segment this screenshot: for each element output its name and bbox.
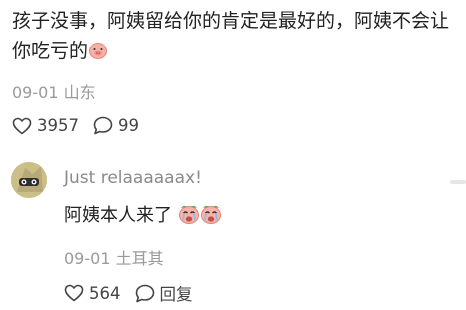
reply-date: 09-01	[64, 249, 111, 268]
comment-bubble-icon	[135, 284, 154, 302]
pig-face-emoji-icon	[89, 43, 108, 59]
comment-location: 山东	[63, 83, 96, 102]
comment-bubble-icon	[93, 116, 113, 135]
reply-count-button[interactable]: 99	[93, 116, 139, 135]
reply-text: 阿姨本人来了	[64, 205, 172, 226]
heart-outline-icon	[64, 284, 84, 302]
like-count: 3957	[37, 116, 79, 135]
comment-actions: 3957 99	[12, 116, 153, 135]
comment-meta: 09-01 山东	[12, 79, 96, 103]
reply-body: 阿姨本人来了	[64, 201, 222, 227]
reply-location: 土耳其	[115, 249, 164, 268]
reply-username[interactable]: Just relaaaaaax!	[64, 168, 202, 188]
reply-label: 回复	[159, 285, 193, 304]
like-button[interactable]: 3957	[12, 116, 79, 135]
scrollbar[interactable]	[450, 180, 466, 184]
heart-outline-icon	[12, 117, 32, 134]
avatar[interactable]	[11, 162, 47, 198]
reply-like-count: 564	[89, 283, 121, 303]
reply-count: 99	[118, 116, 139, 135]
comment-thread: 孩子没事，阿姨留给你的肯定是最好的，阿姨不会让你吃亏的 09-01 山东 395…	[0, 0, 466, 310]
reply-meta: 09-01 土耳其	[64, 245, 164, 269]
comment-body: 孩子没事，阿姨留给你的肯定是最好的，阿姨不会让你吃亏的	[12, 6, 456, 66]
crying-face-emoji-icon	[200, 205, 221, 224]
comment-text: 孩子没事，阿姨留给你的肯定是最好的，阿姨不会让你吃亏的	[12, 10, 450, 62]
reply-actions: 564 回复	[64, 281, 207, 305]
reply-like-button[interactable]: 564	[64, 284, 121, 303]
crying-face-emoji-icon	[178, 205, 199, 224]
comment-date: 09-01	[12, 83, 59, 102]
avatar-image	[11, 162, 47, 198]
reply-button[interactable]: 回复	[135, 281, 193, 305]
